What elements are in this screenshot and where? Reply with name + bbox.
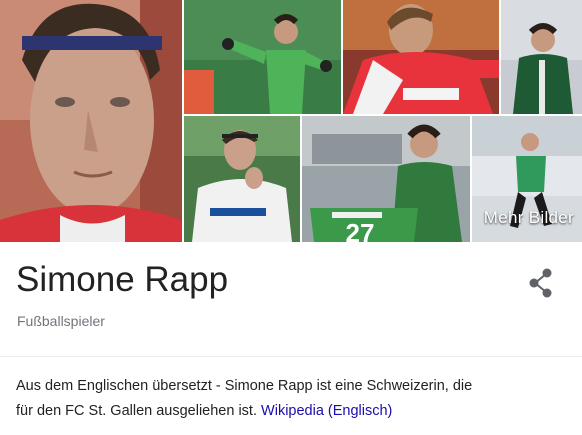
description-line-2: für den FC St. Gallen ausgeliehen ist. W… (16, 399, 576, 424)
gallery-image-green-jacket[interactable] (501, 0, 582, 114)
description: Aus dem Englischen übersetzt - Simone Ra… (16, 374, 576, 424)
gallery-image-training[interactable]: Mehr Bilder (472, 116, 582, 242)
more-images-button[interactable]: Mehr Bilder (484, 208, 574, 228)
gallery-image-portrait[interactable] (0, 0, 182, 242)
description-text: für den FC St. Gallen ausgeliehen ist. (16, 403, 257, 419)
entity-subtitle: Fußballspieler (17, 313, 105, 329)
svg-text:27: 27 (346, 218, 375, 242)
image-gallery: 27 Mehr Bilder (0, 0, 582, 242)
gallery-image-jersey-presentation[interactable]: 27 (302, 116, 470, 242)
divider (0, 356, 582, 357)
wikipedia-link[interactable]: Wikipedia (Englisch) (261, 403, 392, 419)
gallery-image-red-jersey[interactable] (343, 0, 499, 114)
gallery-image-white-shirt[interactable] (184, 116, 300, 242)
entity-title: Simone Rapp (16, 260, 229, 299)
share-icon[interactable] (524, 266, 558, 300)
gallery-image-celebrating[interactable] (184, 0, 341, 114)
description-line-1: Aus dem Englischen übersetzt - Simone Ra… (16, 378, 473, 394)
